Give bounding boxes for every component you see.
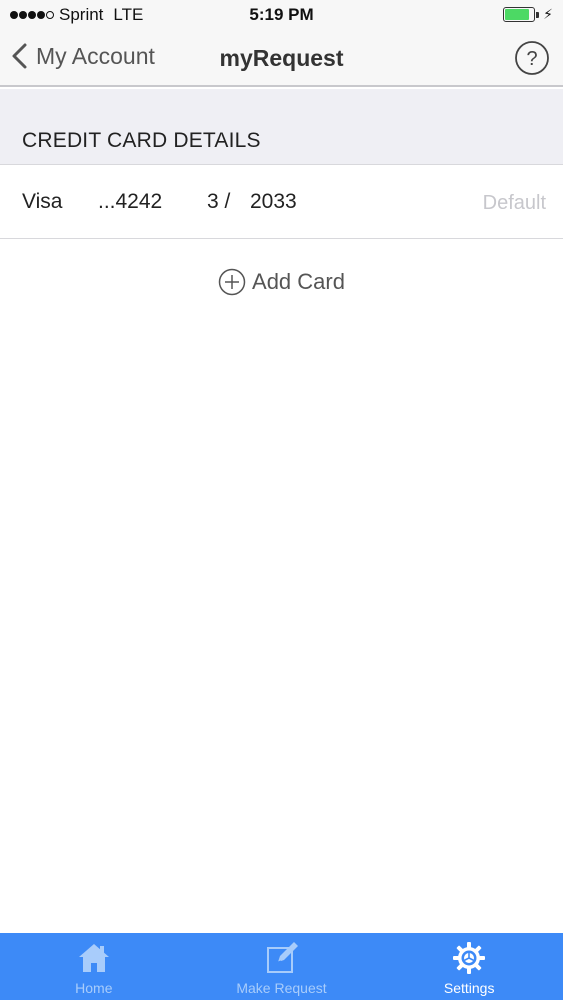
charging-bolt-icon: ⚡ [543,6,553,22]
plus-circle-icon [218,268,246,296]
status-bar: Sprint LTE 5:19 PM ⚡ [0,0,563,30]
card-number: ...4242 [98,190,163,213]
svg-text:?: ? [526,48,537,70]
status-right: ⚡ [503,6,553,23]
tab-home-label: Home [75,980,113,996]
card-expiry-month: 3 / [207,190,231,213]
back-button-label: My Account [36,42,155,69]
question-circle-icon[interactable]: ? [514,40,550,76]
tab-settings[interactable]: Settings [375,933,563,1000]
card-default-badge: Default [482,192,546,214]
gear-icon [453,942,486,974]
status-time: 5:19 PM [249,5,314,24]
tab-bar: Home Make Request Settings [0,933,563,1000]
edit-icon [266,942,298,973]
tab-make-request[interactable]: Make Request [188,933,376,1000]
battery-fill [505,9,529,20]
tab-make-request-label: Make Request [236,980,327,996]
back-button[interactable]: My Account [10,42,155,70]
section-title: CREDIT CARD DETAILS [22,129,261,152]
battery-icon [503,7,536,22]
home-icon [78,944,109,972]
card-expiry-year: 2033 [250,190,297,213]
add-card-button[interactable]: Add Card [0,268,563,296]
tab-home[interactable]: Home [0,933,188,1000]
chevron-left-icon [12,43,27,69]
section-header: CREDIT CARD DETAILS [0,89,563,164]
add-card-label: Add Card [252,269,345,294]
card-brand: Visa [22,190,63,213]
navigation-bar: My Account myRequest ? [0,30,563,87]
tab-settings-label: Settings [443,980,495,996]
credit-card-row[interactable]: Visa ...4242 3 / 2033 Default [0,164,563,239]
battery-tip [536,11,540,18]
